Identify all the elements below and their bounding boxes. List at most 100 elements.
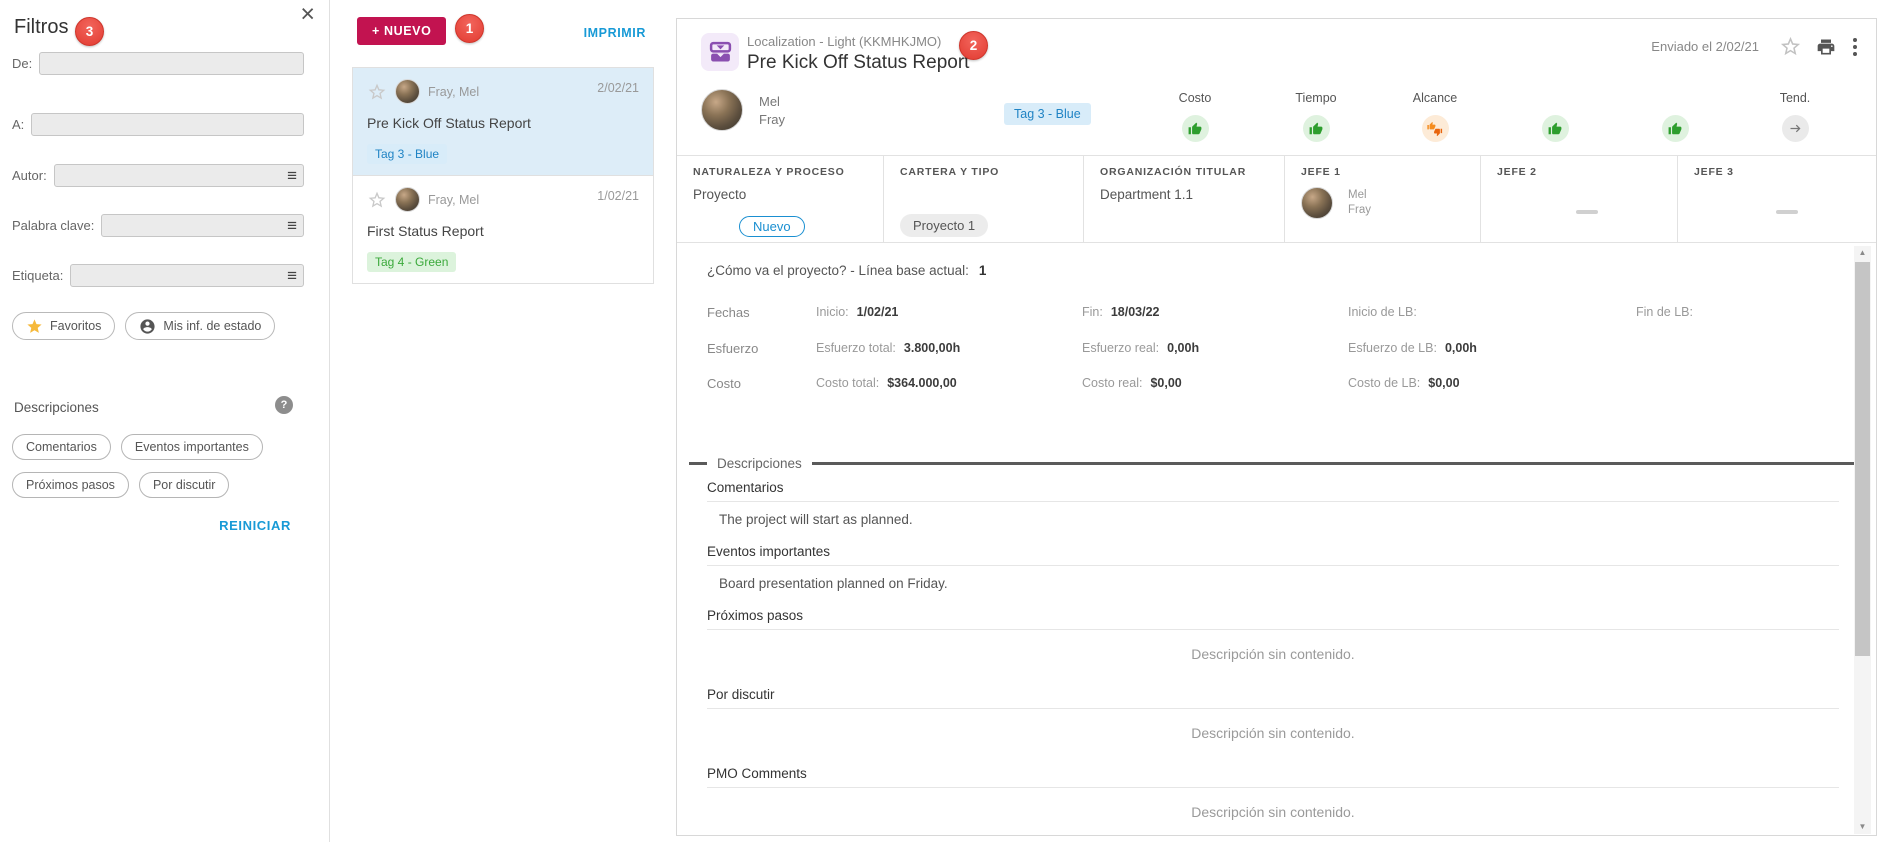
section-content-empty: Descripción sin contenido.: [707, 646, 1839, 662]
author-last-name: Fray: [759, 111, 785, 129]
column-header: JEFE 1: [1301, 166, 1480, 178]
metric-label: Inicio de LB:: [1348, 305, 1417, 319]
favorite-star-icon[interactable]: [367, 190, 387, 210]
my-status-reports-button[interactable]: Mis inf. de estado: [125, 312, 275, 340]
author-select-input[interactable]: ≡: [54, 164, 304, 187]
description-section-eventos: Eventos importantes Board presentation p…: [707, 539, 1839, 591]
description-chip-eventos[interactable]: Eventos importantes: [121, 434, 263, 460]
indicator-label: Tiempo: [1271, 91, 1361, 108]
metric-value: $364.000,00: [887, 376, 957, 390]
status-row-fechas: Fechas Inicio:1/02/21 Fin:18/03/22 Inici…: [677, 305, 1876, 323]
to-date-input[interactable]: [31, 113, 304, 136]
info-cell-cartera: CARTERA Y TIPO Proyecto 1: [884, 156, 1084, 242]
section-content: Board presentation planned on Friday.: [719, 576, 1839, 591]
section-title: PMO Comments: [707, 761, 1839, 788]
empty-value-dash: [1776, 210, 1798, 214]
metric-label: Costo total:: [816, 376, 879, 390]
favorite-star-icon[interactable]: [1779, 35, 1802, 58]
button-label: Mis inf. de estado: [163, 319, 261, 333]
scrollbar-thumb[interactable]: [1855, 262, 1870, 656]
metric-value: 0,00h: [1445, 341, 1477, 355]
metric-value: $0,00: [1428, 376, 1459, 390]
description-section-comentarios: Comentarios The project will start as pl…: [707, 475, 1839, 527]
report-list-item[interactable]: Fray, Mel 2/02/21 Pre Kick Off Status Re…: [352, 67, 654, 176]
description-chip-comentarios[interactable]: Comentarios: [12, 434, 111, 460]
report-list-item[interactable]: Fray, Mel 1/02/21 First Status Report Ta…: [352, 175, 654, 284]
thumbs-up-icon: [1309, 122, 1323, 136]
person-first-name: Mel: [1348, 188, 1371, 203]
section-title: Por discutir: [707, 682, 1839, 709]
avatar: [395, 79, 420, 104]
metric-value: 1/02/21: [857, 305, 899, 319]
thumbs-up-icon: [1188, 122, 1202, 136]
info-cell-naturaleza: NATURALEZA Y PROCESO Proyecto Nuevo: [677, 156, 884, 242]
trend-arrow-icon: [1788, 121, 1803, 136]
favorites-filter-button[interactable]: Favoritos: [12, 312, 115, 340]
new-report-button[interactable]: + NUEVO: [357, 17, 446, 45]
reports-list-panel: + NUEVO 1 IMPRIMIR Fray, Mel 2/02/21 Pre…: [330, 0, 676, 842]
status-row-esfuerzo: Esfuerzo Esfuerzo total:3.800,00h Esfuer…: [677, 341, 1876, 359]
thumbs-mixed-icon: [1427, 121, 1443, 137]
column-header: JEFE 2: [1497, 166, 1677, 178]
tag-select-input[interactable]: ≡: [70, 264, 304, 287]
reset-filters-link[interactable]: REINICIAR: [219, 518, 291, 533]
scroll-down-arrow-icon[interactable]: ▼: [1854, 820, 1871, 834]
annotation-badge-1: 1: [455, 14, 484, 43]
list-menu-icon[interactable]: ≡: [287, 167, 297, 184]
info-cell-organizacion: ORGANIZACIÓN TITULAR Department 1.1: [1084, 156, 1285, 242]
favorite-star-icon[interactable]: [367, 82, 387, 102]
print-link[interactable]: IMPRIMIR: [584, 26, 646, 40]
section-content-empty: Descripción sin contenido.: [707, 725, 1839, 741]
description-chip-proximos[interactable]: Próximos pasos: [12, 472, 129, 498]
field-label: Etiqueta:: [12, 268, 63, 283]
metric-value: 18/03/22: [1111, 305, 1160, 319]
avatar: [395, 187, 420, 212]
scroll-up-arrow-icon[interactable]: ▲: [1854, 246, 1871, 260]
thumbs-up-icon: [1668, 122, 1682, 136]
indicator-costo: Costo: [1150, 91, 1240, 142]
kebab-menu-icon[interactable]: [1850, 37, 1860, 57]
list-menu-icon[interactable]: ≡: [287, 267, 297, 284]
section-title: Comentarios: [707, 475, 1839, 502]
report-tag: Tag 4 - Green: [367, 252, 456, 272]
cell-value: Department 1.1: [1100, 187, 1284, 202]
descriptions-divider: Descripciones: [689, 456, 1857, 471]
indicator-label: Costo: [1150, 91, 1240, 108]
metric-label: Esfuerzo real:: [1082, 341, 1159, 355]
report-author: Fray, Mel: [428, 85, 479, 99]
indicator-alcance: Alcance: [1390, 91, 1480, 142]
report-detail-card: Localization - Light (KKMHKJMO) Pre Kick…: [676, 18, 1877, 836]
section-content-empty: Descripción sin contenido.: [707, 804, 1839, 820]
indicator-label: [1510, 91, 1600, 108]
description-section-proximos: Próximos pasos Descripción sin contenido…: [707, 603, 1839, 662]
indicator-label: [1630, 91, 1720, 108]
column-header: CARTERA Y TIPO: [900, 166, 1083, 178]
metric-value: 3.800,00h: [904, 341, 960, 355]
descriptions-heading: Descripciones: [717, 456, 802, 471]
project-status-title: ¿Cómo va el proyecto? - Línea base actua…: [707, 263, 986, 278]
account-icon: [139, 318, 156, 335]
printer-icon[interactable]: [1816, 37, 1836, 57]
from-date-input[interactable]: [39, 52, 304, 75]
report-date: 1/02/21: [597, 189, 639, 203]
row-label: Costo: [707, 376, 741, 391]
column-header: NATURALEZA Y PROCESO: [693, 166, 883, 178]
list-menu-icon[interactable]: ≡: [287, 217, 297, 234]
indicator-label: Tend.: [1750, 91, 1840, 108]
annotation-badge-2: 2: [959, 31, 988, 60]
indicator-label: Alcance: [1390, 91, 1480, 108]
close-icon[interactable]: ×: [300, 0, 315, 29]
keyword-select-input[interactable]: ≡: [101, 214, 304, 237]
type-badge: Proyecto 1: [900, 214, 988, 237]
description-chip-discutir[interactable]: Por discutir: [139, 472, 230, 498]
metric-label: Inicio:: [816, 305, 849, 319]
column-header: JEFE 3: [1694, 166, 1877, 178]
filters-sidebar: × Filtros 3 De: A: Autor: ≡ Palabra clav…: [0, 0, 330, 842]
vertical-scrollbar[interactable]: ▲ ▼: [1854, 246, 1871, 834]
filter-field-to: A:: [12, 113, 304, 136]
help-icon[interactable]: ?: [275, 396, 293, 414]
metric-value: $0,00: [1150, 376, 1181, 390]
metric-label: Fin de LB:: [1636, 305, 1693, 319]
field-label: De:: [12, 56, 32, 71]
button-label: Favoritos: [50, 319, 101, 333]
